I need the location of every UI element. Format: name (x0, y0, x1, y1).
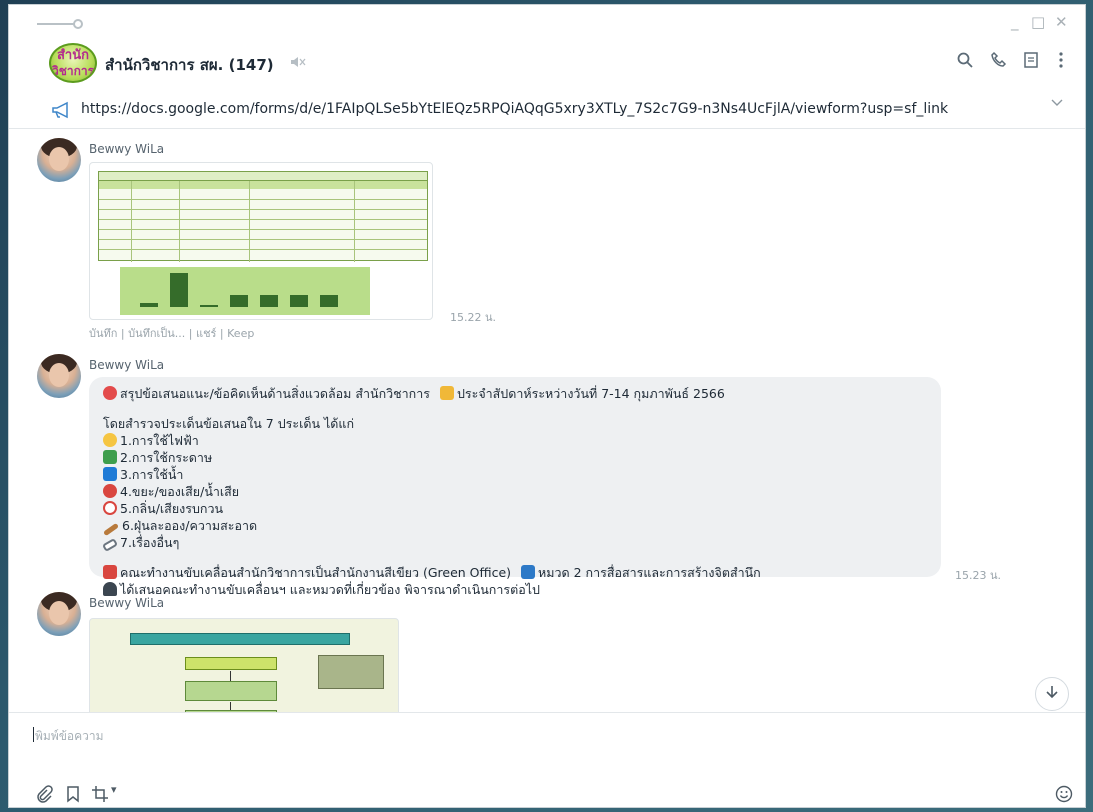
announcement-bar[interactable]: https://docs.google.com/forms/d/e/1FAIpQ… (9, 91, 1085, 129)
person-icon (103, 582, 117, 596)
tag-icon (101, 538, 119, 552)
attach-icon[interactable] (35, 785, 53, 803)
megaphone-icon (52, 101, 68, 119)
message-line: คณะทำงานขับเคลื่อนสำนักวิชาการเป็นสำนักง… (103, 564, 927, 581)
arrow-down-icon (1046, 686, 1058, 699)
message-line: 3.การใช้น้ำ (103, 466, 927, 483)
sender-avatar[interactable] (37, 592, 81, 636)
flow-arrow (230, 671, 231, 681)
table-thumbnail (98, 171, 428, 262)
more-icon[interactable] (1049, 51, 1073, 75)
message-line: 4.ขยะ/ของเสีย/น้ำเสีย (103, 483, 927, 500)
timestamp: 15.23 น. (955, 569, 1002, 582)
water-icon (103, 467, 117, 481)
sender-name: Bewwy WiLa (89, 358, 165, 372)
text-message-bubble[interactable]: สรุปข้อเสนอแนะ/ข้อคิดเห็นด้านสิ่งแวดล้อม… (89, 377, 941, 597)
bookmark-icon[interactable] (65, 785, 81, 803)
phone-icon[interactable] (987, 51, 1011, 75)
timestamp: 15.22 น. (450, 311, 497, 324)
no-noise-icon (103, 501, 117, 515)
mute-icon (291, 57, 306, 67)
notes-icon[interactable] (1019, 51, 1043, 75)
message-line: 7.เรื่องอื่นๆ (101, 534, 927, 552)
crop-icon[interactable] (91, 785, 111, 803)
sender-avatar[interactable] (37, 354, 81, 398)
image-actions[interactable]: บันทึก | บันทึกเป็น... | แชร์ | Keep (89, 324, 254, 342)
image-message[interactable] (89, 618, 399, 712)
chat-title[interactable]: สำนักวิชาการ สผ. (147) (105, 53, 274, 77)
chat-header: สำนัก วิชาการ สำนักวิชาการ สผ. (147) (9, 41, 1085, 89)
message-input-area[interactable]: พิมพ์ข้อความ ▾ (9, 712, 1085, 809)
emoji-icon[interactable] (1055, 785, 1073, 803)
sender-name: Bewwy WiLa (89, 596, 165, 610)
flow-side-box (318, 655, 384, 689)
close-button[interactable]: ✕ (1055, 13, 1068, 31)
calendar-icon (439, 386, 454, 400)
search-icon[interactable] (953, 51, 977, 75)
minimize-button[interactable]: _ (1011, 13, 1019, 31)
title-bar: _ □ ✕ (9, 5, 1085, 41)
text-caret (33, 727, 34, 742)
message-line: 1.การใช้ไฟฟ้า (103, 432, 927, 449)
message-input[interactable]: พิมพ์ข้อความ (35, 727, 104, 746)
maximize-button[interactable]: □ (1031, 13, 1045, 31)
group-avatar-text-1: สำนัก (57, 48, 89, 63)
medal-icon (521, 565, 536, 579)
message-line: 6.ฝุ่นละออง/ความสะอาด (103, 517, 927, 537)
message-line: โดยสำรวจประเด็นข้อเสนอใน 7 ประเด็น ได้แก… (103, 416, 355, 431)
flow-arrow (230, 702, 231, 710)
sender-name: Bewwy WiLa (89, 142, 165, 156)
paper-icon (103, 450, 117, 464)
message-line: สรุปข้อเสนอแนะ/ข้อคิดเห็นด้านสิ่งแวดล้อม… (103, 385, 927, 402)
chat-window: _ □ ✕ สำนัก วิชาการ สำนักวิชาการ สผ. (14… (8, 4, 1086, 808)
bar-chart-thumbnail (120, 267, 370, 315)
image-message[interactable] (89, 162, 433, 320)
light-bulb-icon (103, 433, 117, 447)
message-list[interactable]: Bewwy WiLa 15.22 น. บันทึก | บันทึกเป็น.… (9, 130, 1085, 712)
announcement-link[interactable]: https://docs.google.com/forms/d/e/1FAIpQ… (81, 101, 948, 117)
chevron-down-icon[interactable] (1051, 99, 1063, 107)
pin-icon[interactable] (37, 19, 83, 29)
message-line: ได้เสนอคณะทำงานขับเคลื่อนฯ และหมวดที่เกี… (103, 581, 927, 598)
group-avatar[interactable]: สำนัก วิชาการ (49, 43, 97, 83)
sender-avatar[interactable] (37, 138, 81, 182)
flow-box (185, 657, 277, 670)
recycle-icon (103, 484, 117, 498)
message-line: 2.การใช้กระดาษ (103, 449, 927, 466)
crop-dropdown-arrow[interactable]: ▾ (111, 783, 117, 796)
message-line: 5.กลิ่น/เสียงรบกวน (103, 500, 927, 517)
scroll-to-bottom-button[interactable] (1035, 677, 1069, 711)
office-icon (103, 565, 117, 579)
group-avatar-text-2: วิชาการ (51, 64, 95, 78)
target-icon (103, 386, 117, 400)
flow-header-box (130, 633, 350, 645)
flow-box (185, 681, 277, 701)
